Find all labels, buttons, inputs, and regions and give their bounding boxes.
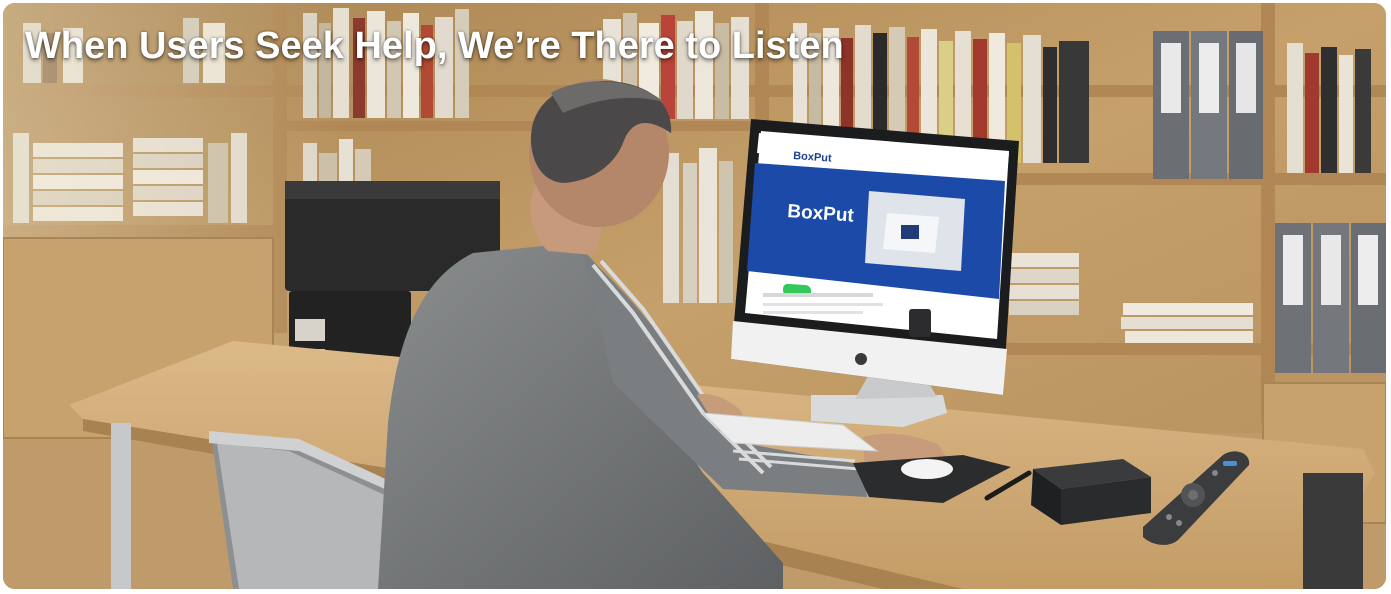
banner-image: BoxPut BoxPut When Users Seek Help, We’r… [3, 3, 1386, 589]
tv-box-device [1031, 459, 1151, 525]
mouse [901, 459, 953, 479]
office-scene: BoxPut BoxPut [3, 3, 1386, 589]
banner-headline: When Users Seek Help, We’re There to Lis… [25, 25, 844, 67]
